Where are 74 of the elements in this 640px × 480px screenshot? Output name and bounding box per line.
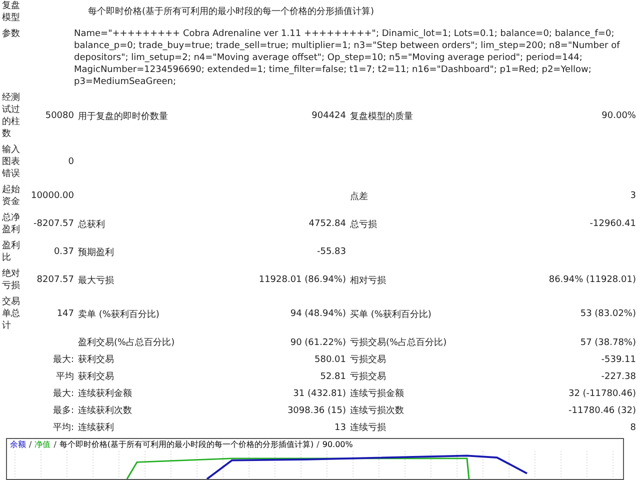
stat-label: 亏损交易 — [350, 354, 386, 366]
row-value: 8207.57 — [36, 275, 74, 285]
stat-label: 最大亏损 — [78, 274, 114, 286]
row-value: 10000.00 — [30, 191, 74, 201]
stat-value: -55.83 — [316, 247, 346, 257]
stat-label: 预期盈利 — [78, 246, 114, 258]
stat-label: 连续亏损金额 — [350, 388, 404, 400]
stat-value: 94 (48.94%) — [290, 309, 346, 319]
row-label: 经测试过的柱数 — [2, 92, 21, 140]
row-label: 输入图表错误 — [2, 144, 21, 180]
legend-separator: / — [29, 440, 32, 450]
legend-separator: / — [54, 440, 56, 450]
row-value: 0.37 — [52, 247, 74, 257]
legend-text: 90.00% — [322, 440, 353, 450]
stat-value: 11928.01 (86.94%) — [258, 275, 346, 285]
stat-value: 53 (83.02%) — [580, 309, 636, 319]
legend-text: 每个即时价格(基于所有可利用的最小时段的每一个价格的分形插值计算) — [59, 440, 314, 450]
stat-label: 连续亏损 — [350, 422, 386, 434]
stat-label: 连续亏损次数 — [350, 404, 404, 417]
legend-text: 净值 — [34, 440, 51, 450]
stat-value: 3098.36 (15) — [287, 406, 346, 416]
stat-label: 点差 — [350, 190, 368, 202]
stat-label: 总亏损 — [350, 218, 377, 230]
stat-value: 8 — [630, 422, 636, 432]
stat-label: 连续获利次数 — [78, 404, 132, 417]
stat-label: 卖单 (%获利百分比) — [78, 308, 160, 320]
stat-value: -227.38 — [601, 372, 636, 382]
stat-value: -12960.41 — [590, 219, 636, 229]
row-label: 总净盈利 — [2, 212, 21, 236]
stat-value: 32 (-11780.46) — [568, 388, 636, 398]
stat-value: -11780.46 (32) — [568, 406, 636, 416]
stat-value: 31 (432.81) — [293, 388, 346, 398]
stat-value: 90 (61.22%) — [290, 338, 346, 348]
stat-value: 52.81 — [320, 372, 346, 382]
row-label: 盈利比 — [2, 240, 21, 264]
row-value: -8207.57 — [32, 219, 74, 229]
stat-label: 亏损交易 — [350, 370, 386, 383]
stat-value: 13 — [334, 422, 346, 432]
stat-value: 4752.84 — [308, 219, 346, 229]
stat-value: 57 (38.78%) — [580, 338, 636, 348]
row-label: 最大: — [52, 388, 74, 400]
stat-label: 获利交易 — [78, 370, 114, 383]
stat-label: 总获利 — [78, 218, 105, 230]
row-label: 起始资金 — [2, 184, 21, 208]
stat-value: 580.01 — [314, 354, 346, 364]
stat-label: 买单 (%获利百分比) — [350, 308, 432, 320]
legend-text: 余额 — [10, 440, 26, 450]
row-label: 绝对亏损 — [2, 268, 21, 292]
stat-label: 连续获利 — [78, 422, 114, 434]
stat-label: 盈利交易(%占总百分比) — [78, 336, 175, 349]
row-label: 平均: — [52, 422, 74, 434]
row-label: 最大: — [52, 354, 74, 366]
stat-value: 90.00% — [602, 111, 636, 121]
legend-separator: / — [316, 440, 320, 450]
row-value: 147 — [56, 309, 74, 319]
stat-label: 相对亏损 — [350, 274, 386, 286]
stat-label: 亏损交易(%占总百分比) — [350, 336, 447, 349]
stat-label: 连续获利金额 — [78, 388, 132, 400]
stat-value: 3 — [630, 191, 636, 201]
row-label: 交易单总计 — [2, 296, 21, 332]
stat-label: 用于复盘的即时价数量 — [78, 110, 168, 122]
row-label: 参数 — [2, 28, 21, 41]
stat-value: -539.11 — [601, 354, 636, 364]
row-value: 50080 — [44, 111, 74, 121]
row-label: 平均 — [55, 370, 74, 383]
row-label: 最多: — [52, 404, 74, 417]
parameter-text: Name="+++++++++ Cobra Adrenaline ver 1.11 +++++++++"; Dinamic_lot=1; Lots=0.1; balance=0; balance_f=0; balance_p=0; trade_buy=true; trade_sell=true; multiplier=1; n3="Step between orders"; lim_step=200; n8="Number of depositors"; lim_setup=2; n4="Moving average offset"; Op_step=10; n5="Moving average period"; period=144; MagicNumber=1234596690; extended=1; time_filter=false; t1=7; t2=11; n16="Dashboard"; p1=Red; p2=Yellow; p3=MediumSeaGreen; — [73, 28, 621, 88]
stat-value: 904424 — [312, 111, 346, 121]
stat-value: 86.94% (11928.01) — [548, 275, 636, 285]
parameter-text: 每个即时价格(基于所有可利用的最小时段的每一个价格的分形插值计算) — [87, 6, 376, 18]
row-label: 复盘模型 — [2, 0, 21, 24]
stat-label: 复盘模型的质量 — [350, 110, 413, 122]
stat-label: 获利交易 — [78, 354, 114, 366]
row-value: 0 — [67, 157, 74, 167]
